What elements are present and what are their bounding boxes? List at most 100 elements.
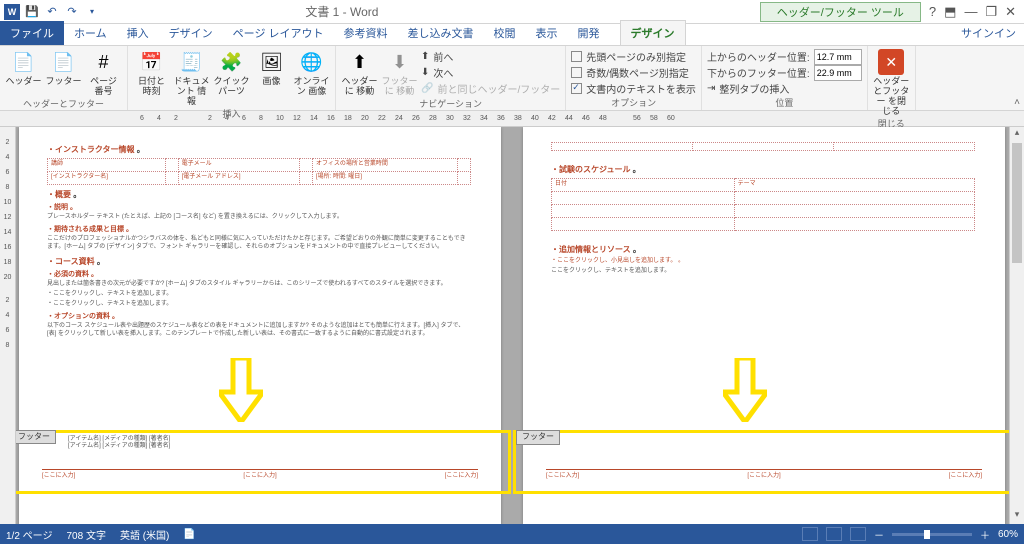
header-from-top-label: 上からのヘッダー位置:: [707, 49, 810, 64]
group-label-insert: 挿入: [133, 107, 330, 120]
status-page[interactable]: 1/2 ページ: [6, 527, 52, 542]
docinfo-button[interactable]: 🧾ドキュメント 情報: [173, 49, 210, 107]
opt-first-page-diff[interactable]: 先頭ページのみ別指定: [571, 49, 686, 64]
body-text: ここをクリックし、テキストを追加します。: [551, 268, 975, 276]
document-area: ・インストラクター情報 。 講師電子メールオフィスの場所と営業時間[インストラク…: [16, 127, 1009, 524]
opt-show-doc-text[interactable]: 文書内のテキストを表示: [571, 81, 696, 96]
onlinepic-button[interactable]: 🌐オンライン 画像: [293, 49, 330, 97]
bullet: ・ここをクリックし、テキストを追加します。: [47, 291, 471, 299]
vertical-ruler[interactable]: 24681012141618202468: [0, 127, 16, 524]
document-title: 文書 1 - Word: [104, 3, 580, 20]
footer-entry[interactable]: [ここに入力]: [445, 473, 478, 481]
zoom-out-icon[interactable]: －: [874, 527, 884, 542]
arrow-annotation-icon: [219, 358, 259, 418]
tab-hf-design[interactable]: デザイン: [620, 20, 686, 45]
qat-dropdown-icon[interactable]: ▾: [84, 4, 100, 20]
tab-developer[interactable]: 開発: [568, 21, 610, 45]
status-word-count[interactable]: 708 文字: [66, 527, 105, 542]
header-icon: 📄: [11, 49, 37, 75]
quickparts-icon: 🧩: [219, 49, 245, 75]
link-prev-button[interactable]: 🔗前と同じヘッダー/フッター: [421, 81, 560, 96]
calendar-icon: 📅: [139, 49, 165, 75]
quickparts-button[interactable]: 🧩クイック パーツ: [213, 49, 250, 97]
ribbon-tabs: ファイル ホーム 挿入 デザイン ページ レイアウト 参考資料 差し込み文書 校…: [0, 24, 1024, 46]
tab-design[interactable]: デザイン: [159, 21, 223, 45]
tab-mailings[interactable]: 差し込み文書: [398, 21, 484, 45]
next-section-button[interactable]: ⬇次へ: [421, 65, 560, 80]
zoom-slider[interactable]: [892, 533, 972, 536]
footer-entry[interactable]: [ここに入力]: [546, 473, 579, 481]
picture-icon: 🖼: [259, 49, 285, 75]
restore-icon[interactable]: ❐: [985, 4, 997, 20]
opt-odd-even-diff[interactable]: 奇数/偶数ページ別指定: [571, 65, 689, 80]
tab-insert[interactable]: 挿入: [117, 21, 159, 45]
footer-entry[interactable]: [ここに入力]: [42, 473, 75, 481]
heading: ・概要 。: [47, 190, 471, 200]
subheading: ・オプションの資料 。: [47, 312, 471, 321]
align-tab-button[interactable]: ⇥整列タブの挿入: [707, 81, 789, 96]
vertical-scrollbar[interactable]: ▴ ▾: [1009, 127, 1024, 524]
footer-tag[interactable]: フッター: [16, 430, 56, 444]
tab-home[interactable]: ホーム: [64, 21, 117, 45]
picture-button[interactable]: 🖼画像: [253, 49, 290, 87]
close-icon[interactable]: ✕: [1005, 4, 1016, 20]
footer-tag[interactable]: フッター: [516, 430, 560, 444]
redo-icon[interactable]: ↷: [64, 4, 80, 20]
group-label-hf: ヘッダーとフッター: [5, 97, 122, 110]
goto-footer-icon: ⬇: [387, 49, 413, 75]
workspace: 24681012141618202468 ・インストラクター情報 。 講師電子メ…: [0, 127, 1024, 524]
minimize-icon[interactable]: —: [964, 4, 977, 20]
pagenum-button[interactable]: #ページ 番号: [85, 49, 122, 97]
link-icon: 🔗: [421, 83, 433, 94]
header-button[interactable]: 📄ヘッダー: [5, 49, 42, 87]
page1-footer-highlight: フッター [アイテム名] [メディアの種類] [著者名][アイテム名] [メディ…: [16, 430, 511, 494]
prev-icon: ⬆: [421, 51, 429, 62]
goto-footer-button[interactable]: ⬇フッターに 移動: [381, 49, 418, 97]
zoom-in-icon[interactable]: ＋: [980, 527, 990, 542]
body-text: ・ここをクリックし、小見出しを追加します。 。: [551, 258, 975, 266]
view-web-layout-icon[interactable]: [850, 527, 866, 541]
zoom-level[interactable]: 60%: [998, 529, 1018, 540]
prev-section-button[interactable]: ⬆前へ: [421, 49, 560, 64]
undo-icon[interactable]: ↶: [44, 4, 60, 20]
close-x-icon: ✕: [878, 49, 904, 75]
collapse-ribbon-icon[interactable]: ˄: [1014, 97, 1020, 108]
close-hf-button[interactable]: ✕ヘッダーとフッター を閉じる: [873, 49, 910, 117]
footer-entry[interactable]: [ここに入力]: [747, 473, 780, 481]
word-app-icon[interactable]: W: [4, 4, 20, 20]
page-1[interactable]: ・インストラクター情報 。 講師電子メールオフィスの場所と営業時間[インストラク…: [19, 127, 501, 524]
group-label-options: オプション: [571, 96, 696, 109]
scroll-down-icon[interactable]: ▾: [1010, 509, 1024, 524]
scrollbar-thumb[interactable]: [1012, 143, 1022, 263]
status-language[interactable]: 英語 (米国): [120, 527, 169, 542]
status-insert[interactable]: 📄: [183, 529, 195, 540]
checkbox-checked-icon: [571, 83, 582, 94]
footer-entry[interactable]: [ここに入力]: [949, 473, 982, 481]
header-from-top-input[interactable]: [814, 49, 862, 65]
heading: ・コース資料 。: [47, 257, 471, 267]
contextual-tab-title: ヘッダー/フッター ツール: [760, 2, 921, 22]
view-read-mode-icon[interactable]: [826, 527, 842, 541]
scroll-up-icon[interactable]: ▴: [1010, 127, 1024, 142]
footer-entry[interactable]: [ここに入力]: [243, 473, 276, 481]
tab-references[interactable]: 参考資料: [334, 21, 398, 45]
footer-button[interactable]: 📄フッター: [45, 49, 82, 87]
tab-layout[interactable]: ページ レイアウト: [223, 21, 334, 45]
tab-review[interactable]: 校閲: [484, 21, 526, 45]
signin-link[interactable]: サインイン: [953, 21, 1024, 45]
checkbox-icon: [571, 51, 582, 62]
help-icon[interactable]: ?: [929, 4, 936, 20]
status-bar: 1/2 ページ 708 文字 英語 (米国) 📄 － ＋ 60%: [0, 524, 1024, 544]
footer-from-bottom-input[interactable]: [814, 65, 862, 81]
ribbon-display-icon[interactable]: ⬒: [944, 4, 956, 20]
goto-header-button[interactable]: ⬆ヘッダーに 移動: [341, 49, 378, 97]
blank-table: [551, 142, 975, 151]
datetime-button[interactable]: 📅日付と 時刻: [133, 49, 170, 97]
page-2[interactable]: ・試験のスケジュール 。 日付テーマ ・追加情報とリソース 。 ・ここをクリック…: [523, 127, 1005, 524]
save-icon[interactable]: 💾: [24, 4, 40, 20]
view-print-layout-icon[interactable]: [802, 527, 818, 541]
tab-view[interactable]: 表示: [526, 21, 568, 45]
footer-from-bottom-label: 下からのフッター位置:: [707, 65, 810, 80]
tab-file[interactable]: ファイル: [0, 21, 64, 45]
arrow-annotation-icon: [723, 358, 763, 418]
